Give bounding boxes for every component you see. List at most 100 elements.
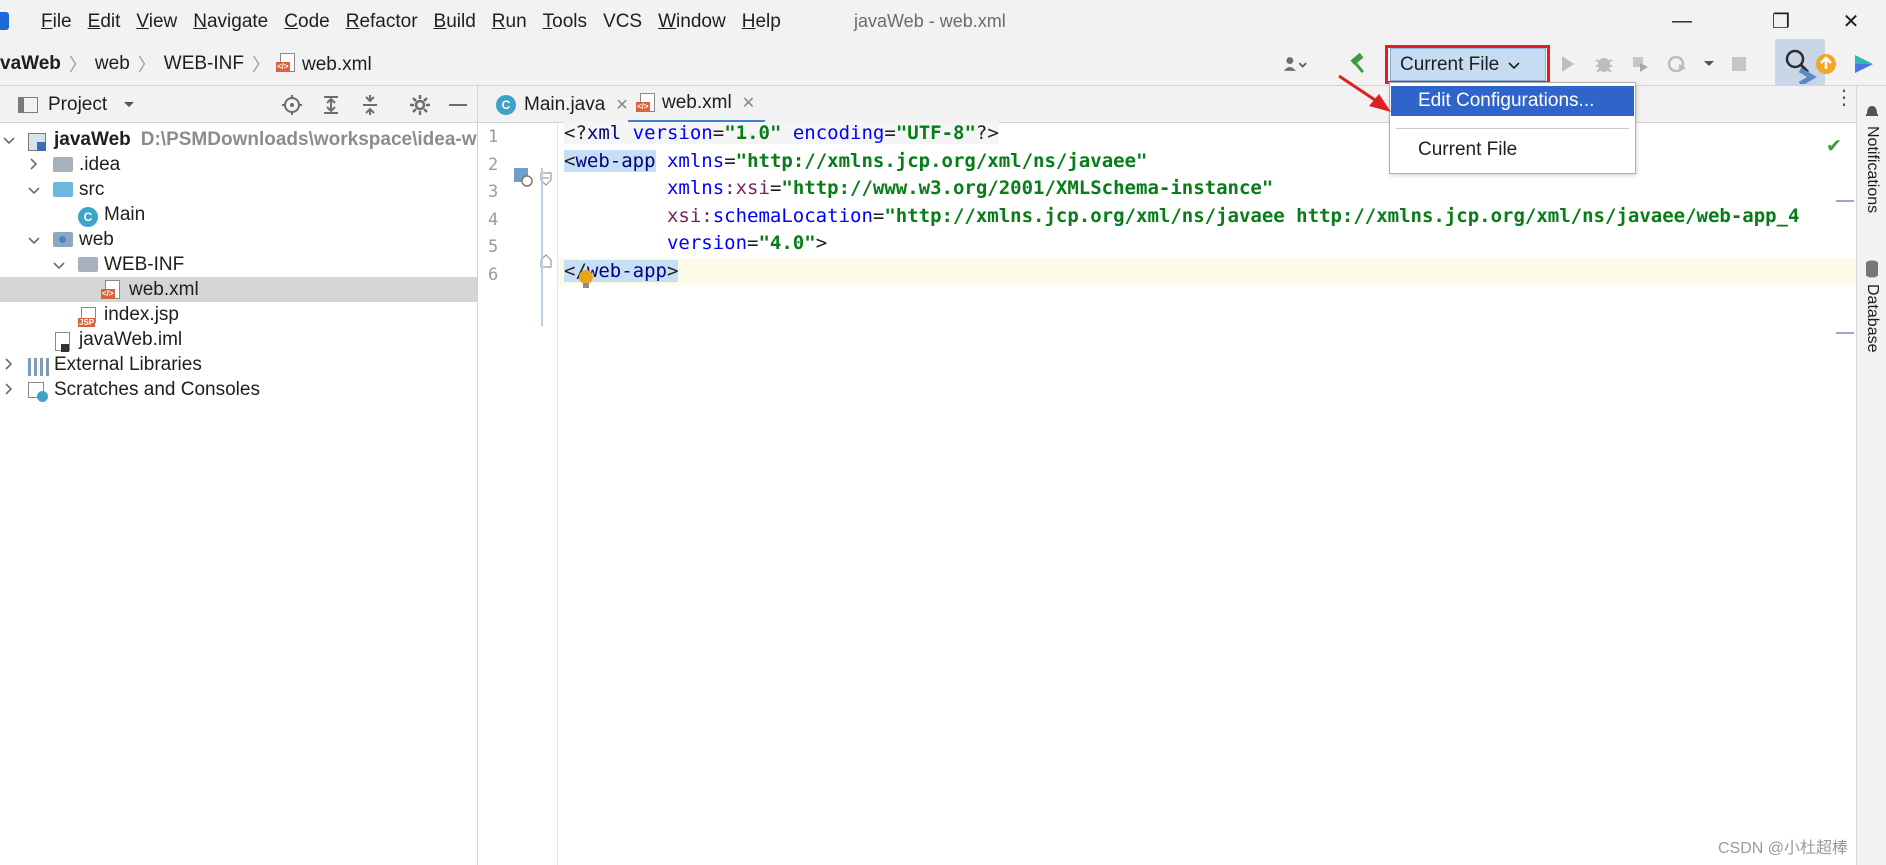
menu-mnemonic: F bbox=[41, 11, 53, 32]
close-icon[interactable]: ✕ bbox=[615, 95, 628, 115]
code-token: schemaLocation bbox=[712, 204, 873, 227]
code-token: web-app bbox=[586, 259, 667, 282]
code-line[interactable]: </web-app> bbox=[558, 257, 1856, 285]
tree-item-external-libraries[interactable]: External Libraries bbox=[0, 352, 477, 377]
coverage-icon[interactable] bbox=[1628, 52, 1652, 76]
database-tool-button[interactable]: Database bbox=[1863, 284, 1881, 353]
restore-button[interactable]: ❐ bbox=[1752, 0, 1810, 43]
tree-item-label: javaWeb D:\PSMDownloads\workspace\idea-wo bbox=[54, 129, 477, 151]
code-line[interactable]: <web-app xmlns="http://xmlns.jcp.org/xml… bbox=[558, 148, 1856, 176]
tree-item-label: web bbox=[79, 229, 114, 251]
line-number: 6 bbox=[488, 264, 499, 285]
chevron-down-icon[interactable] bbox=[27, 182, 41, 198]
menu-item-view[interactable]: View bbox=[128, 0, 185, 43]
code-token bbox=[781, 122, 793, 144]
no-problems-check-icon: ✔ bbox=[1826, 136, 1842, 157]
scrollbar-marker[interactable] bbox=[1836, 200, 1854, 202]
close-icon[interactable]: ✕ bbox=[742, 93, 755, 113]
project-view-selector[interactable]: Project bbox=[18, 86, 135, 123]
breadcrumb-web-xml[interactable]: web.xml bbox=[272, 52, 378, 76]
tree-item-name: .idea bbox=[79, 153, 121, 175]
breadcrumb-project[interactable]: vaWeb bbox=[0, 53, 67, 75]
tree-item-main[interactable]: C Main bbox=[0, 202, 477, 227]
code-token: : bbox=[701, 204, 713, 227]
tree-item-web-xml[interactable]: web.xml bbox=[0, 277, 477, 302]
annotation-arrow bbox=[1338, 74, 1391, 112]
profile-icon[interactable] bbox=[1666, 52, 1690, 76]
menu-item-help[interactable]: Help bbox=[734, 0, 789, 43]
breadcrumb-web[interactable]: web bbox=[89, 53, 136, 75]
chevron-right-icon[interactable] bbox=[2, 357, 16, 373]
menu-mnemonic: H bbox=[741, 11, 756, 32]
menu-item-build[interactable]: Build bbox=[426, 0, 484, 43]
account-icon[interactable] bbox=[1283, 52, 1307, 76]
tree-item-web[interactable]: web bbox=[0, 227, 477, 252]
project-panel-icon bbox=[18, 96, 38, 113]
menu-item-edit[interactable]: Edit bbox=[80, 0, 129, 43]
source-folder-icon bbox=[53, 182, 73, 197]
code-line[interactable]: <?xml version="1.0" encoding="UTF-8"?> bbox=[558, 120, 1856, 148]
breadcrumb-separator: 〉 bbox=[68, 55, 87, 75]
chevron-right-icon[interactable] bbox=[2, 382, 16, 398]
edit-configurations-option[interactable]: Edit Configurations... bbox=[1391, 86, 1634, 116]
more-tabs-icon[interactable]: ⋮ bbox=[1834, 88, 1854, 108]
menu-item-window[interactable]: Window bbox=[650, 0, 734, 43]
tree-item-src[interactable]: src bbox=[0, 177, 477, 202]
tree-item-idea[interactable]: .idea bbox=[0, 152, 477, 177]
chevron-down-icon[interactable] bbox=[27, 232, 41, 248]
collapse-all-icon[interactable] bbox=[358, 93, 382, 117]
module-icon bbox=[28, 133, 48, 151]
tree-item-javaweb[interactable]: javaWeb D:\PSMDownloads\workspace\idea-wo bbox=[0, 127, 477, 152]
code-token: = bbox=[769, 177, 782, 199]
jetbrains-toolbox-icon[interactable] bbox=[1852, 52, 1876, 76]
select-opened-file-icon[interactable] bbox=[280, 93, 304, 117]
ide-update-icon[interactable] bbox=[1814, 52, 1838, 76]
tab-web-xml[interactable]: web.xml ✕ bbox=[628, 86, 766, 123]
breadcrumb-web-inf[interactable]: WEB-INF bbox=[158, 53, 250, 75]
run-icon[interactable] bbox=[1556, 52, 1580, 76]
chevron-down-icon[interactable] bbox=[2, 132, 16, 148]
menu-item-tools[interactable]: Tools bbox=[535, 0, 595, 43]
menu-label-rest: efactor bbox=[359, 11, 418, 32]
notifications-tool-button[interactable]: Notifications bbox=[1863, 126, 1881, 213]
web-folder-icon bbox=[53, 232, 73, 247]
code-editor[interactable]: <?xml version="1.0" encoding="UTF-8"?> <w… bbox=[558, 120, 1856, 865]
menu-item-file[interactable]: File bbox=[33, 0, 80, 43]
tree-item-web-inf[interactable]: WEB-INF bbox=[0, 252, 477, 277]
code-line[interactable]: xmlns:xsi="http://www.w3.org/2001/XMLSch… bbox=[558, 175, 1856, 203]
tree-item-javaweb-iml[interactable]: javaWeb.iml bbox=[0, 327, 477, 352]
current-file-option[interactable]: Current File bbox=[1391, 135, 1634, 165]
menu-mnemonic: V bbox=[136, 11, 149, 32]
menu-item-code[interactable]: Code bbox=[276, 0, 337, 43]
debug-icon[interactable] bbox=[1592, 52, 1616, 76]
code-token: version bbox=[632, 122, 713, 144]
stop-icon[interactable] bbox=[1727, 52, 1751, 76]
code-line[interactable]: xsi:schemaLocation="http://xmlns.jcp.org… bbox=[558, 203, 1856, 231]
scrollbar-marker[interactable] bbox=[1836, 332, 1854, 334]
menu-item-run[interactable]: Run bbox=[484, 0, 535, 43]
menu-item-refactor[interactable]: Refactor bbox=[338, 0, 426, 43]
tree-item-index-jsp[interactable]: index.jsp bbox=[0, 302, 477, 327]
menu-item-vcs[interactable]: VCS bbox=[595, 0, 650, 43]
chevron-down-icon[interactable] bbox=[52, 257, 66, 273]
tab-main-java[interactable]: C Main.java ✕ bbox=[486, 86, 639, 123]
code-line[interactable]: version="4.0"> bbox=[558, 230, 1856, 258]
hide-panel-icon[interactable] bbox=[446, 93, 470, 117]
expand-all-icon[interactable] bbox=[319, 93, 343, 117]
chevron-right-icon[interactable] bbox=[27, 157, 41, 173]
line-number: 1 bbox=[488, 127, 499, 147]
database-icon bbox=[1864, 260, 1880, 283]
title-bar: File Edit View Navigate Code Refactor Build Run… bbox=[0, 0, 1886, 43]
tree-item-scratches-and-consoles[interactable]: Scratches and Consoles bbox=[0, 377, 477, 402]
more-run-options-chevron-icon[interactable] bbox=[1697, 52, 1721, 76]
minimize-button[interactable]: — bbox=[1653, 0, 1711, 43]
code-token: xsi bbox=[735, 177, 770, 199]
close-window-button[interactable]: ✕ bbox=[1822, 0, 1880, 43]
code-token: "http://xmlns.jcp.org/xml/ns/javaee http… bbox=[884, 204, 1800, 227]
code-token: xmlns bbox=[666, 177, 725, 199]
gear-icon[interactable] bbox=[408, 93, 432, 117]
intention-bulb-icon[interactable] bbox=[579, 270, 593, 288]
run-configuration-selector[interactable]: Current File bbox=[1390, 48, 1546, 81]
code-token: "http://xmlns.jcp.org/xml/ns/javaee" bbox=[735, 149, 1148, 172]
menu-item-navigate[interactable]: Navigate bbox=[185, 0, 276, 43]
